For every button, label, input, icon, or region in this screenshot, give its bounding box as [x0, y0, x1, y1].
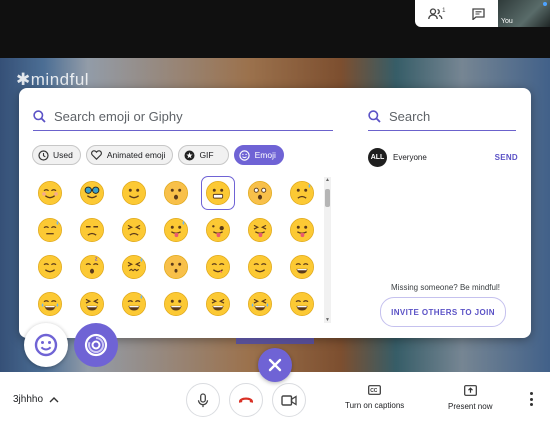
chat-search-placeholder: Search	[389, 108, 431, 124]
chip-label: GIF	[199, 150, 214, 160]
top-bar: 1 You	[0, 0, 550, 58]
more-options-icon[interactable]	[528, 392, 534, 406]
invite-others-button[interactable]: INVITE OTHERS TO JOIN	[380, 297, 506, 327]
stuck-out-tongue-emoji[interactable]	[246, 216, 274, 244]
present-label: Present now	[448, 402, 493, 411]
emoji-search-placeholder: Search emoji or Giphy	[54, 108, 183, 124]
meeting-code: 3jhhho	[13, 394, 44, 405]
unamused-emoji[interactable]	[78, 216, 106, 244]
chip-label: Emoji	[254, 150, 276, 160]
speaking-indicator	[543, 2, 547, 6]
emoji-scrollbar[interactable]: ▲ ▼	[324, 177, 331, 323]
reactions-chat-panel: Search emoji or Giphy Used Animated emoj…	[19, 88, 531, 338]
grin-sweat-emoji[interactable]	[120, 290, 148, 318]
meeting-details[interactable]: 3jhhho	[13, 394, 59, 405]
grin-emoji[interactable]	[162, 290, 190, 318]
chip-label: Animated emoji	[106, 150, 166, 160]
hushed-emoji[interactable]	[162, 179, 190, 207]
chip-emoji[interactable]: Emoji	[233, 145, 284, 165]
sparkle-icon: ✱	[16, 70, 31, 89]
top-controls: 1	[415, 0, 498, 27]
captions-button[interactable]: CC Turn on captions	[345, 385, 404, 410]
smiley-icon	[34, 333, 58, 357]
smiling-emoji[interactable]	[246, 253, 274, 281]
laughing-emoji[interactable]	[78, 290, 106, 318]
yum-emoji[interactable]	[204, 253, 232, 281]
relieved-emoji[interactable]	[36, 253, 64, 281]
panel-shadow-strip	[236, 338, 314, 344]
close-icon	[268, 358, 282, 372]
people-icon[interactable]: 1	[428, 7, 446, 20]
chip-gif[interactable]: GIF	[178, 145, 229, 165]
microphone-icon	[197, 392, 209, 407]
chip-used[interactable]: Used	[32, 145, 81, 165]
svg-text:z: z	[94, 256, 97, 262]
participants-count: 1	[442, 7, 446, 14]
search-icon	[33, 109, 46, 123]
effects-button[interactable]	[74, 323, 118, 367]
chip-animated-emoji[interactable]: Animated emoji	[85, 145, 174, 165]
missing-someone-text: Missing someone? Be mindful!	[391, 283, 500, 292]
sunglasses-nerd-emoji[interactable]	[78, 179, 106, 207]
heart-icon	[91, 149, 103, 161]
joy-tears-emoji[interactable]	[36, 290, 64, 318]
hot-emoji[interactable]	[162, 216, 190, 244]
captions-label: Turn on captions	[345, 401, 405, 410]
self-view-tile[interactable]: You	[498, 0, 550, 27]
camera-button[interactable]	[272, 383, 306, 417]
emoji-search-field[interactable]: Search emoji or Giphy	[33, 102, 333, 131]
emoji-reaction-button[interactable]	[24, 323, 68, 367]
scroll-down-icon[interactable]: ▼	[324, 317, 331, 323]
avatar: ALL	[368, 147, 387, 167]
slight-smile-emoji[interactable]	[120, 179, 148, 207]
zany-emoji[interactable]	[204, 216, 232, 244]
weary-emoji[interactable]	[120, 216, 148, 244]
tongue-emoji[interactable]	[288, 216, 316, 244]
chat-icon[interactable]	[472, 7, 485, 20]
scrollbar-thumb[interactable]	[325, 189, 330, 207]
category-chips: Used Animated emoji GIF Emoji	[32, 145, 284, 165]
chevron-up-icon	[49, 396, 59, 402]
hushed-small-emoji[interactable]	[162, 253, 190, 281]
disappointed-relieved-emoji[interactable]	[288, 179, 316, 207]
scroll-up-icon[interactable]: ▲	[324, 177, 331, 183]
confounded-emoji[interactable]	[120, 253, 148, 281]
end-call-button[interactable]	[229, 383, 263, 417]
clock-icon	[37, 149, 49, 161]
spiral-icon	[84, 333, 108, 357]
recipient-name: Everyone	[393, 152, 427, 162]
present-now-button[interactable]: Present now	[448, 385, 492, 411]
close-panel-button[interactable]	[258, 348, 292, 382]
search-icon	[368, 109, 381, 123]
closed-captions-icon: CC	[368, 385, 382, 395]
smiley-icon	[239, 149, 251, 161]
recipient-row: ALL Everyone SEND	[368, 147, 518, 167]
grimacing-emoji[interactable]	[200, 176, 235, 210]
hang-up-icon	[239, 397, 253, 403]
send-button[interactable]: SEND	[495, 153, 518, 162]
rofl-emoji[interactable]	[246, 290, 274, 318]
gif-icon	[183, 149, 195, 161]
chip-label: Used	[53, 150, 73, 160]
squint-laugh-emoji[interactable]	[204, 290, 232, 318]
scared-emoji[interactable]	[246, 179, 274, 207]
background-watermark: ✱mindful	[16, 70, 90, 89]
svg-text:CC: CC	[370, 388, 378, 394]
chat-search-field[interactable]: Search	[368, 102, 516, 131]
sleeping-emoji[interactable]: z	[78, 253, 106, 281]
camera-icon	[281, 394, 297, 406]
beaming-emoji[interactable]	[288, 290, 316, 318]
present-screen-icon	[463, 385, 477, 396]
microphone-button[interactable]	[186, 383, 220, 417]
self-label: You	[501, 18, 513, 25]
emoji-grid: z	[31, 176, 323, 319]
downcast-sweat-emoji[interactable]	[36, 216, 64, 244]
blush-emoji[interactable]	[36, 179, 64, 207]
grin-wide-emoji[interactable]	[288, 253, 316, 281]
